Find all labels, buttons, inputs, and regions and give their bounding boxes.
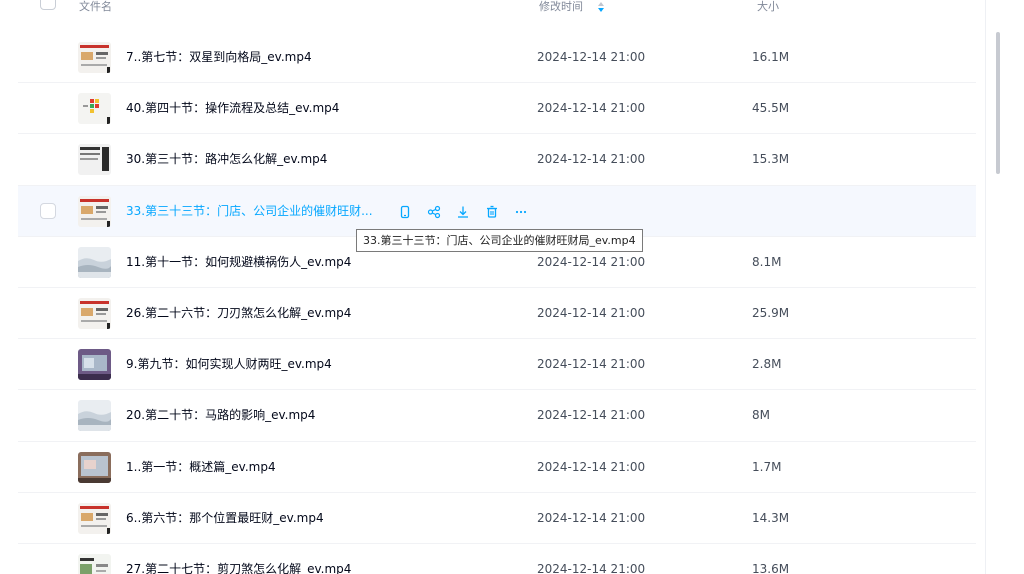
file-size: 16.1M (752, 50, 790, 64)
modified-time: 2024-12-14 21:00 (537, 254, 646, 269)
row-checkbox[interactable] (40, 202, 56, 219)
file-size: 8M (752, 408, 770, 423)
modified-time: 2024-12-14 21:00 (537, 459, 646, 474)
modified-time: 2024-12-14 21:00 (537, 510, 646, 525)
file-name[interactable]: 20.第二十节：马路的影响_ev.mp4 (126, 408, 315, 423)
file-name[interactable]: 7..第七节：双星到向格局_ev.mp4 (126, 50, 312, 65)
file-size: 1.7M (752, 459, 782, 474)
column-header-name[interactable]: 文件名 (79, 0, 112, 14)
file-size: 15.3M (752, 152, 790, 167)
file-row[interactable]: 27.第二十七节：剪刀煞怎么化解_ev.mp4 2024-12-14 21:00 1… (18, 544, 976, 574)
file-row[interactable]: 1..第一节：概述篇_ev.mp4 2024-12-14 21:00 1.7M (18, 442, 976, 493)
file-name[interactable]: 30.第三十节：路冲怎么化解_ev.mp4 (126, 152, 327, 167)
sort-icon[interactable] (597, 1, 605, 13)
file-name[interactable]: 33.第三十三节：门店、公司企业的催财旺财... (126, 204, 373, 219)
file-name[interactable]: 26.第二十六节：刀刃煞怎么化解_ev.mp4 (126, 306, 351, 321)
modified-time: 2024-12-14 21:00 (537, 152, 646, 167)
video-thumbnail[interactable] (78, 502, 111, 534)
modified-time: 2024-12-14 21:00 (537, 50, 646, 64)
video-thumbnail[interactable] (78, 42, 111, 73)
filename-tooltip: 33.第三十三节：门店、公司企业的催财旺财局_ev.mp4 (356, 228, 643, 252)
row-actions (394, 203, 532, 221)
modified-time: 2024-12-14 21:00 (537, 101, 646, 116)
file-row[interactable]: 7..第七节：双星到向格局_ev.mp4 2024-12-14 21:00 16.1… (18, 32, 976, 84)
file-row[interactable]: 9.第九节：如何实现人财两旺_ev.mp4 2024-12-14 21:00 2.8… (18, 339, 976, 391)
modified-time: 2024-12-14 21:00 (537, 357, 646, 372)
file-size: 45.5M (752, 101, 790, 116)
file-size: 8.1M (752, 254, 782, 269)
file-row[interactable]: 40.第四十节：操作流程及总结_ev.mp4 2024-12-14 21:00 45… (18, 83, 976, 135)
delete-icon[interactable] (481, 203, 503, 221)
modified-time: 2024-12-14 21:00 (537, 408, 646, 423)
file-size: 13.6M (752, 561, 790, 574)
file-name[interactable]: 40.第四十节：操作流程及总结_ev.mp4 (126, 101, 339, 116)
file-row[interactable]: 6..第六节：那个位置最旺财_ev.mp4 2024-12-14 21:00 14.… (18, 493, 976, 544)
video-thumbnail[interactable] (78, 246, 111, 278)
file-name[interactable]: 1..第一节：概述篇_ev.mp4 (126, 460, 276, 475)
select-all-checkbox[interactable] (40, 0, 56, 10)
scrollbar-thumb[interactable] (996, 32, 1000, 174)
column-header-modified-time[interactable]: 修改时间 (539, 0, 583, 14)
video-thumbnail[interactable] (78, 349, 111, 381)
file-size: 2.8M (752, 357, 782, 372)
video-thumbnail[interactable] (78, 144, 111, 176)
phone-icon[interactable] (394, 203, 416, 221)
file-row[interactable]: 30.第三十节：路冲怎么化解_ev.mp4 2024-12-14 21:00 15.… (18, 134, 976, 186)
file-list-header: 文件名 修改时间 大小 (18, 0, 976, 20)
video-thumbnail[interactable] (78, 297, 111, 329)
video-thumbnail[interactable] (78, 93, 111, 125)
file-row[interactable]: 20.第二十节：马路的影响_ev.mp4 2024-12-14 21:00 8M (18, 390, 976, 442)
file-name[interactable]: 27.第二十七节：剪刀煞怎么化解_ev.mp4 (126, 562, 351, 574)
video-thumbnail[interactable] (78, 553, 111, 574)
video-thumbnail[interactable] (78, 400, 111, 432)
file-row[interactable]: 26.第二十六节：刀刃煞怎么化解_ev.mp4 2024-12-14 21:00 2… (18, 288, 976, 340)
file-size: 25.9M (752, 305, 790, 320)
file-row[interactable]: 33.第三十三节：门店、公司企业的催财旺财... 33.第三十三节：门店、公司企业… (18, 185, 976, 252)
share-icon[interactable] (423, 203, 445, 221)
download-icon[interactable] (452, 203, 474, 221)
video-thumbnail[interactable] (78, 451, 111, 483)
modified-time: 2024-12-14 21:00 (537, 305, 646, 320)
file-list-panel: 文件名 修改时间 大小 7..第七节：双星到向格局_ev.mp4 2024-12-… (18, 0, 1000, 574)
file-size: 14.3M (752, 510, 790, 525)
column-header-size[interactable]: 大小 (757, 0, 779, 14)
file-name[interactable]: 9.第九节：如何实现人财两旺_ev.mp4 (126, 357, 332, 372)
modified-time: 2024-12-14 21:00 (537, 561, 646, 574)
file-rows: 7..第七节：双星到向格局_ev.mp4 2024-12-14 21:00 16.1… (18, 32, 976, 574)
file-name[interactable]: 6..第六节：那个位置最旺财_ev.mp4 (126, 511, 324, 526)
file-name[interactable]: 11.第十一节：如何规避横祸伤人_ev.mp4 (126, 255, 351, 270)
video-thumbnail[interactable] (78, 195, 111, 227)
more-icon[interactable] (510, 203, 532, 221)
